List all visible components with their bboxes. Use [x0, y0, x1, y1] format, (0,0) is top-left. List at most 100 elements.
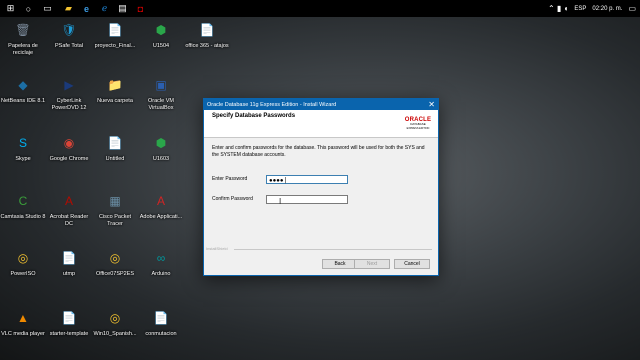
- desktop-icon-label: Arduino: [151, 271, 171, 277]
- desktop-icon-image: 🛡: [61, 22, 77, 37]
- desktop-icon-image: ▶: [64, 77, 74, 92]
- window-titlebar[interactable]: Oracle Database 11g Express Edition - In…: [204, 99, 438, 110]
- desktop-icon[interactable]: ▣ Oracle VM VirtualBox: [138, 74, 184, 111]
- desktop-icon-label: NetBeans IDE 8.1: [0, 98, 46, 104]
- desktop-icon-image: 📁: [107, 77, 123, 92]
- notification-icon[interactable]: ▭: [628, 4, 636, 13]
- oracle-db-icon[interactable]: ◘: [134, 2, 147, 15]
- search-icon[interactable]: ○: [22, 2, 35, 15]
- desktop-icon-label: VLC media player: [1, 331, 45, 337]
- file-explorer-icon[interactable]: ▰: [62, 2, 75, 15]
- desktop-icon[interactable]: S Skype: [0, 132, 46, 163]
- installshield-label: InstallShield: [206, 246, 228, 251]
- desktop-icon-image: ◉: [63, 135, 75, 150]
- text-caret: |: [283, 177, 288, 184]
- desktop-icon[interactable]: ⬢ U1504: [138, 19, 184, 50]
- desktop-icon-image: ◎: [17, 250, 29, 265]
- desktop-icon[interactable]: 📄 proyecto_Final...: [92, 19, 138, 50]
- desktop-icon-label: starter-template: [49, 331, 89, 337]
- taskbar: ⊞ ○ ▭ ▰ e ℯ ▤ ◘ ⌃ ▮ ◖ ESP 02:20 p. m. ▭: [0, 0, 640, 17]
- wizard-header: Specify Database Passwords ORACLE DATABA…: [204, 110, 438, 138]
- step-title: Specify Database Passwords: [212, 113, 296, 119]
- desktop-icon[interactable]: 📄 Untitled: [92, 132, 138, 163]
- desktop-icon-label: Adobe Applicati...: [139, 214, 183, 220]
- desktop-icon[interactable]: ◉ Google Chrome: [46, 132, 92, 163]
- desktop-icon-image: ◎: [109, 310, 121, 325]
- desktop-icon[interactable]: ◎ Office07SP2ES: [92, 247, 138, 278]
- desktop-icon-image: 🗑: [15, 22, 31, 37]
- desktop-icon-label: Acrobat Reader DC: [49, 214, 89, 227]
- desktop-icon-image: ⬢: [155, 22, 167, 37]
- desktop-icon-label: proyecto_Final...: [94, 43, 136, 49]
- desktop-icon[interactable]: 📄 starter-template: [46, 307, 92, 338]
- desktop-icon-image: ▣: [155, 77, 167, 92]
- desktop-icon[interactable]: 📄 office 365 - atajos: [184, 19, 230, 50]
- desktop-icon-label: Cisco Packet Tracer: [98, 214, 132, 227]
- desktop-icon-image: S: [18, 135, 27, 150]
- confirm-password-label: Confirm Password: [212, 196, 253, 202]
- desktop-icon-label: office 365 - atajos: [185, 43, 229, 49]
- desktop-icon[interactable]: ◎ Win10_Spanish...: [92, 307, 138, 338]
- desktop-icon[interactable]: A Adobe Applicati...: [138, 190, 184, 221]
- next-button[interactable]: Next: [354, 259, 390, 269]
- start-icon[interactable]: ⊞: [4, 2, 17, 15]
- back-button[interactable]: Back: [322, 259, 358, 269]
- clock[interactable]: 02:20 p. m.: [592, 6, 622, 12]
- store-icon[interactable]: ▤: [116, 2, 129, 15]
- cancel-button[interactable]: Cancel: [394, 259, 430, 269]
- desktop-icon-image: 📄: [61, 250, 77, 265]
- desktop-icon-image: 📄: [61, 310, 77, 325]
- desktop-icon[interactable]: ⬢ U1603: [138, 132, 184, 163]
- desktop-icon-label: PowerISO: [10, 271, 36, 277]
- desktop-icon-label: utmp: [62, 271, 76, 277]
- desktop-icon-label: Oracle VM VirtualBox: [148, 98, 174, 111]
- desktop-icon-label: U1603: [152, 156, 170, 162]
- desktop-icon[interactable]: ◎ PowerISO: [0, 247, 46, 278]
- desktop-icon[interactable]: 📁 Nueva carpeta: [92, 74, 138, 105]
- desktop-icon[interactable]: ◆ NetBeans IDE 8.1: [0, 74, 46, 105]
- desktop-icon[interactable]: ∞ Arduino: [138, 247, 184, 278]
- desktop-icon-label: PSafe Total: [54, 43, 84, 49]
- tray-icons[interactable]: ⌃ ▮ ◖: [548, 4, 568, 13]
- task-view-icon[interactable]: ▭: [41, 2, 54, 15]
- enter-password-value: ●●●●: [269, 178, 284, 184]
- desktop-icon-image: A: [156, 193, 165, 208]
- desktop-icon-image: ▲: [17, 310, 29, 325]
- desktop-icon-label: Google Chrome: [49, 156, 89, 162]
- desktop-icon-image: 📄: [107, 22, 123, 37]
- desktop-icon[interactable]: ▲ VLC media player: [0, 307, 46, 338]
- system-tray: ⌃ ▮ ◖ ESP 02:20 p. m. ▭: [548, 0, 636, 17]
- desktop-icon-image: C: [18, 193, 28, 208]
- close-icon[interactable]: ✕: [428, 99, 435, 110]
- desktop-icon[interactable]: ▶ CyberLink PowerDVD 12: [46, 74, 92, 111]
- desktop-icon-label: CyberLink PowerDVD 12: [51, 98, 87, 111]
- desktop-icon[interactable]: 📄 utmp: [46, 247, 92, 278]
- desktop-icon-image: ∞: [156, 250, 166, 265]
- desktop-icon[interactable]: 📄 conmutacion: [138, 307, 184, 338]
- oracle-logo: ORACLE DATABASE EXPRESS EDITION: [403, 117, 433, 130]
- language-indicator[interactable]: ESP: [574, 6, 586, 12]
- edge-icon[interactable]: e: [80, 2, 93, 15]
- desktop-icon-image: 📄: [107, 135, 123, 150]
- desktop-icon[interactable]: C Camtasia Studio 8: [0, 190, 46, 221]
- desktop-icon-image: 📄: [153, 310, 169, 325]
- desktop-icon[interactable]: A Acrobat Reader DC: [46, 190, 92, 227]
- desktop-icon-image: A: [64, 193, 73, 208]
- footer-divider: [234, 249, 432, 250]
- desktop-icon-label: Win10_Spanish...: [93, 331, 137, 337]
- enter-password-label: Enter Password: [212, 176, 248, 182]
- desktop-icon[interactable]: ▦ Cisco Packet Tracer: [92, 190, 138, 227]
- desktop-icon-image: 📄: [199, 22, 215, 37]
- desktop-icon-image: ◎: [109, 250, 121, 265]
- desktop-icon-image: ⬢: [155, 135, 167, 150]
- desktop-icon-label: Papelera de reciclaje: [8, 43, 38, 56]
- desktop-icon[interactable]: 🗑 Papelera de reciclaje: [0, 19, 46, 56]
- enter-password-field[interactable]: ●●●●|: [266, 175, 348, 184]
- desktop-icon[interactable]: 🛡 PSafe Total: [46, 19, 92, 50]
- desktop-icon-label: conmutacion: [145, 331, 177, 337]
- desktop-icon-image: ◆: [18, 77, 28, 92]
- internet-explorer-icon[interactable]: ℯ: [98, 2, 111, 15]
- oracle-logo-sub2: EXPRESS EDITION: [406, 126, 430, 130]
- text-cursor-icon: I: [279, 197, 282, 206]
- desktop-icon-label: U1504: [152, 43, 170, 49]
